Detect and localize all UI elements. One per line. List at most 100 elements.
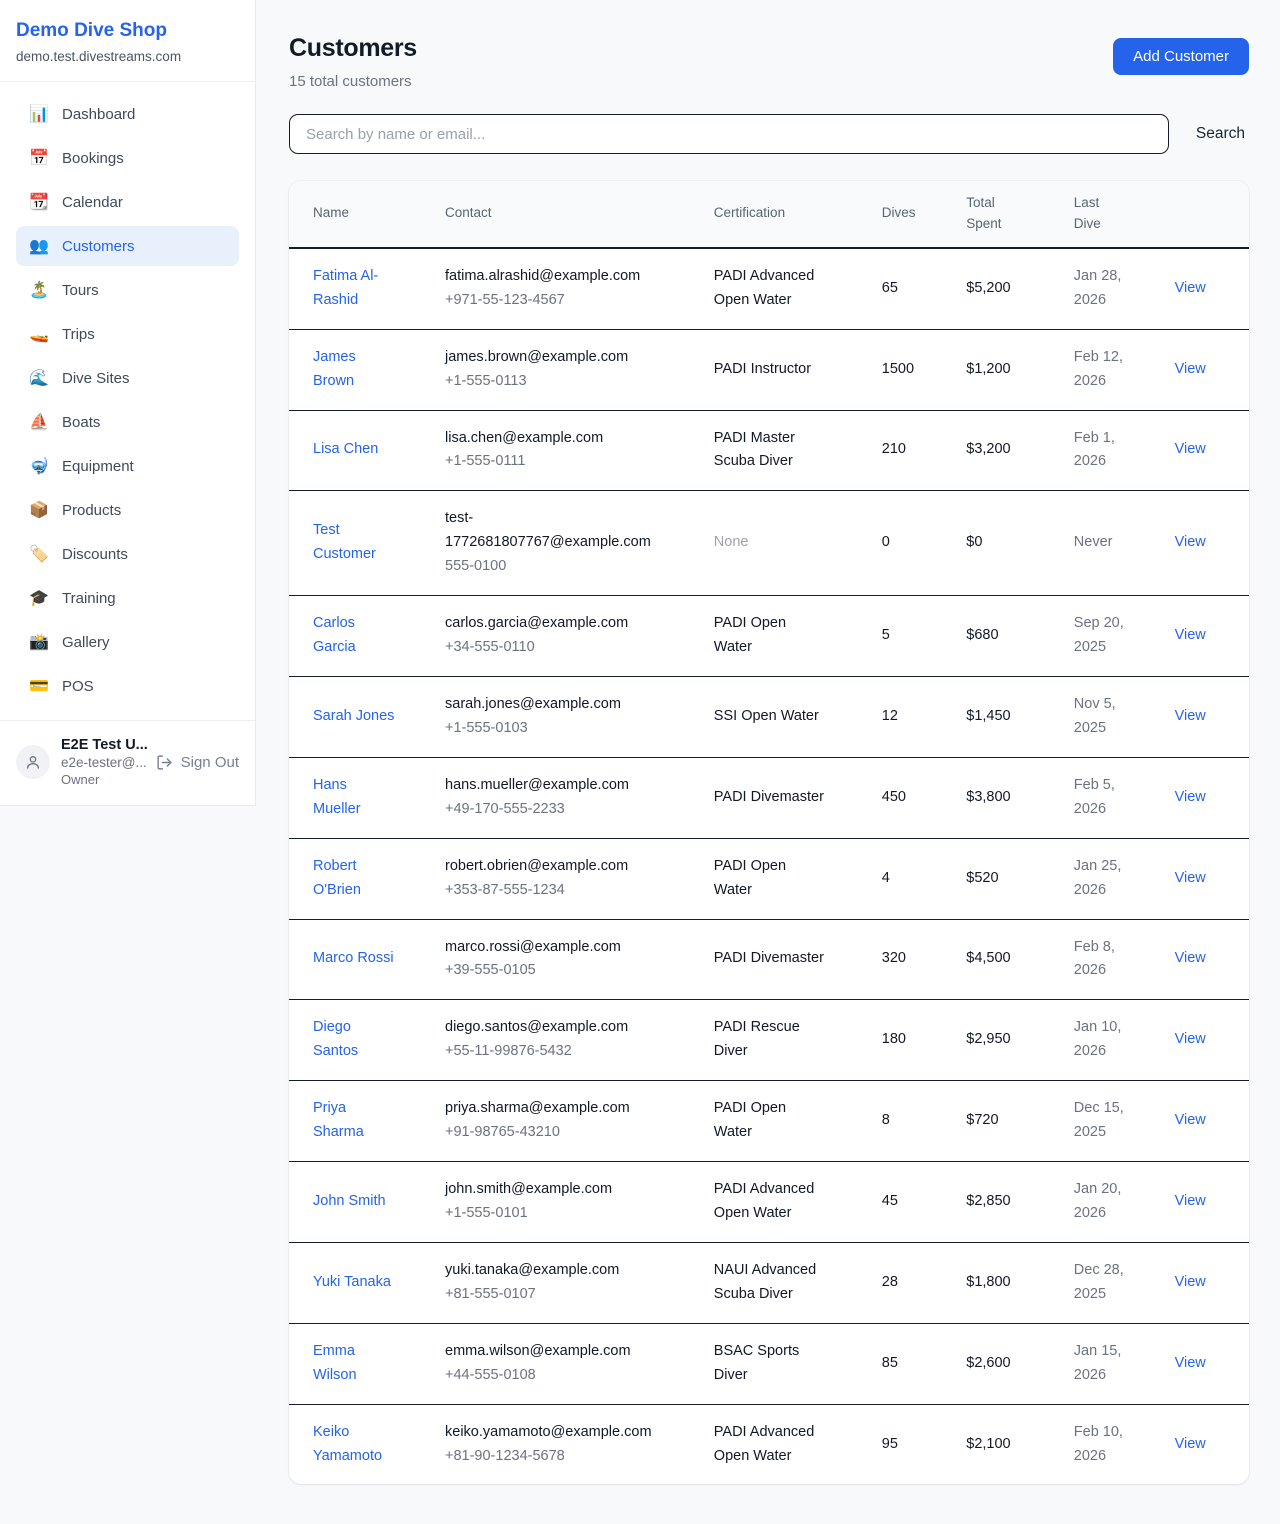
customer-last-dive: Jan 10, 2026 bbox=[1074, 1016, 1136, 1064]
customer-certification: PADI Advanced Open Water bbox=[714, 1421, 828, 1469]
package-icon: 📦 bbox=[29, 500, 49, 520]
sidebar-item-bookings[interactable]: 📅 Bookings bbox=[16, 138, 239, 178]
customer-name-link[interactable]: Sarah Jones bbox=[313, 705, 394, 729]
view-link[interactable]: View bbox=[1175, 1031, 1206, 1047]
view-link[interactable]: View bbox=[1175, 1355, 1206, 1371]
shop-domain: demo.test.divestreams.com bbox=[16, 49, 239, 64]
customer-last-dive: Feb 8, 2026 bbox=[1074, 936, 1136, 984]
col-header-name: Name bbox=[289, 181, 433, 248]
sidebar-item-pos[interactable]: 💳 POS bbox=[16, 666, 239, 706]
view-link[interactable]: View bbox=[1175, 1274, 1206, 1290]
view-link[interactable]: View bbox=[1175, 534, 1206, 550]
customer-name-link[interactable]: Robert O'Brien bbox=[313, 855, 397, 903]
customer-total-spent: $1,450 bbox=[966, 708, 1010, 724]
view-link[interactable]: View bbox=[1175, 280, 1206, 296]
customer-name-link[interactable]: Test Customer bbox=[313, 519, 397, 567]
view-link[interactable]: View bbox=[1175, 1112, 1206, 1128]
customer-dives: 45 bbox=[882, 1193, 898, 1209]
add-customer-button[interactable]: Add Customer bbox=[1113, 38, 1249, 75]
table-row: Keiko Yamamoto keiko.yamamoto@example.co… bbox=[289, 1404, 1249, 1484]
customer-certification: PADI Open Water bbox=[714, 1097, 828, 1145]
sidebar-user-section: E2E Test U... e2e-tester@... Owner Sign … bbox=[0, 720, 255, 805]
sidebar-item-gallery[interactable]: 📸 Gallery bbox=[16, 622, 239, 662]
sidebar-item-tours[interactable]: 🏝️ Tours bbox=[16, 270, 239, 310]
customer-name-link[interactable]: Keiko Yamamoto bbox=[313, 1421, 397, 1469]
sidebar-item-training[interactable]: 🎓 Training bbox=[16, 578, 239, 618]
customer-name-link[interactable]: Carlos Garcia bbox=[313, 612, 397, 660]
customer-name-link[interactable]: James Brown bbox=[313, 346, 397, 394]
sidebar-item-label: Customers bbox=[62, 238, 135, 255]
customer-name-link[interactable]: Priya Sharma bbox=[313, 1097, 397, 1145]
customer-phone: +1-555-0103 bbox=[445, 717, 690, 741]
sidebar-item-label: Training bbox=[62, 590, 116, 607]
customer-name-link[interactable]: Marco Rossi bbox=[313, 947, 394, 971]
sidebar-item-dive-sites[interactable]: 🌊 Dive Sites bbox=[16, 358, 239, 398]
view-link[interactable]: View bbox=[1175, 789, 1206, 805]
sign-out-icon bbox=[156, 754, 173, 771]
table-row: Test Customer test-1772681807767@example… bbox=[289, 491, 1249, 596]
customer-certification: PADI Advanced Open Water bbox=[714, 1178, 828, 1226]
customer-name-link[interactable]: Fatima Al-Rashid bbox=[313, 265, 397, 313]
sidebar-item-dashboard[interactable]: 📊 Dashboard bbox=[16, 94, 239, 134]
customer-last-dive: Feb 12, 2026 bbox=[1074, 346, 1136, 394]
customer-last-dive: Feb 5, 2026 bbox=[1074, 774, 1136, 822]
view-link[interactable]: View bbox=[1175, 950, 1206, 966]
search-button[interactable]: Search bbox=[1192, 125, 1249, 143]
sidebar-item-label: Gallery bbox=[62, 634, 110, 651]
col-header-last-dive: Last Dive bbox=[1062, 181, 1163, 248]
diving-mask-icon: 🤿 bbox=[29, 456, 49, 476]
sidebar-item-products[interactable]: 📦 Products bbox=[16, 490, 239, 530]
customer-email: sarah.jones@example.com bbox=[445, 693, 621, 717]
customer-certification: PADI Master Scuba Diver bbox=[714, 427, 828, 475]
customer-name-link[interactable]: John Smith bbox=[313, 1190, 386, 1214]
calendar-date-icon: 📅 bbox=[29, 148, 49, 168]
sidebar-item-calendar[interactable]: 📆 Calendar bbox=[16, 182, 239, 222]
customer-phone: +81-90-1234-5678 bbox=[445, 1445, 690, 1469]
customer-total-spent: $5,200 bbox=[966, 280, 1010, 296]
sign-out-label: Sign Out bbox=[181, 754, 239, 771]
camera-icon: 📸 bbox=[29, 632, 49, 652]
customer-total-spent: $1,200 bbox=[966, 361, 1010, 377]
customer-total-spent: $4,500 bbox=[966, 950, 1010, 966]
sidebar-item-equipment[interactable]: 🤿 Equipment bbox=[16, 446, 239, 486]
view-link[interactable]: View bbox=[1175, 361, 1206, 377]
view-link[interactable]: View bbox=[1175, 441, 1206, 457]
wave-icon: 🌊 bbox=[29, 368, 49, 388]
table-row: Hans Mueller hans.mueller@example.com +4… bbox=[289, 757, 1249, 838]
sidebar-item-discounts[interactable]: 🏷️ Discounts bbox=[16, 534, 239, 574]
sidebar-item-boats[interactable]: ⛵ Boats bbox=[16, 402, 239, 442]
customer-email: john.smith@example.com bbox=[445, 1178, 612, 1202]
customers-table-card: Name Contact Certification Dives Total S… bbox=[289, 181, 1249, 1484]
customer-total-spent: $520 bbox=[966, 870, 998, 886]
customer-phone: +1-555-0113 bbox=[445, 370, 690, 394]
customer-dives: 450 bbox=[882, 789, 906, 805]
sign-out-button[interactable]: Sign Out bbox=[156, 754, 239, 771]
view-link[interactable]: View bbox=[1175, 627, 1206, 643]
sidebar-item-label: Tours bbox=[62, 282, 99, 299]
customer-dives: 0 bbox=[882, 534, 890, 550]
customer-name-link[interactable]: Yuki Tanaka bbox=[313, 1271, 391, 1295]
view-link[interactable]: View bbox=[1175, 1193, 1206, 1209]
customer-name-link[interactable]: Emma Wilson bbox=[313, 1340, 397, 1388]
sidebar-item-label: Dashboard bbox=[62, 106, 135, 123]
customer-name-link[interactable]: Hans Mueller bbox=[313, 774, 397, 822]
sidebar-item-trips[interactable]: 🚤 Trips bbox=[16, 314, 239, 354]
view-link[interactable]: View bbox=[1175, 1436, 1206, 1452]
col-header-total-spent: Total Spent bbox=[954, 181, 1062, 248]
table-row: Carlos Garcia carlos.garcia@example.com … bbox=[289, 596, 1249, 677]
sidebar-item-customers[interactable]: 👥 Customers bbox=[16, 226, 239, 266]
customer-name-link[interactable]: Lisa Chen bbox=[313, 438, 378, 462]
main-content: Customers 15 total customers Add Custome… bbox=[256, 0, 1280, 1524]
search-input[interactable] bbox=[289, 114, 1169, 154]
table-row: Diego Santos diego.santos@example.com +5… bbox=[289, 1000, 1249, 1081]
customer-phone: +44-555-0108 bbox=[445, 1364, 690, 1388]
customer-certification: NAUI Advanced Scuba Diver bbox=[714, 1259, 828, 1307]
customer-phone: +55-11-99876-5432 bbox=[445, 1040, 690, 1064]
sidebar-item-label: Equipment bbox=[62, 458, 134, 475]
view-link[interactable]: View bbox=[1175, 870, 1206, 886]
customer-last-dive: Feb 1, 2026 bbox=[1074, 427, 1136, 475]
view-link[interactable]: View bbox=[1175, 708, 1206, 724]
customer-name-link[interactable]: Diego Santos bbox=[313, 1016, 397, 1064]
customer-phone: +91-98765-43210 bbox=[445, 1121, 690, 1145]
customer-last-dive: Sep 20, 2025 bbox=[1074, 612, 1136, 660]
